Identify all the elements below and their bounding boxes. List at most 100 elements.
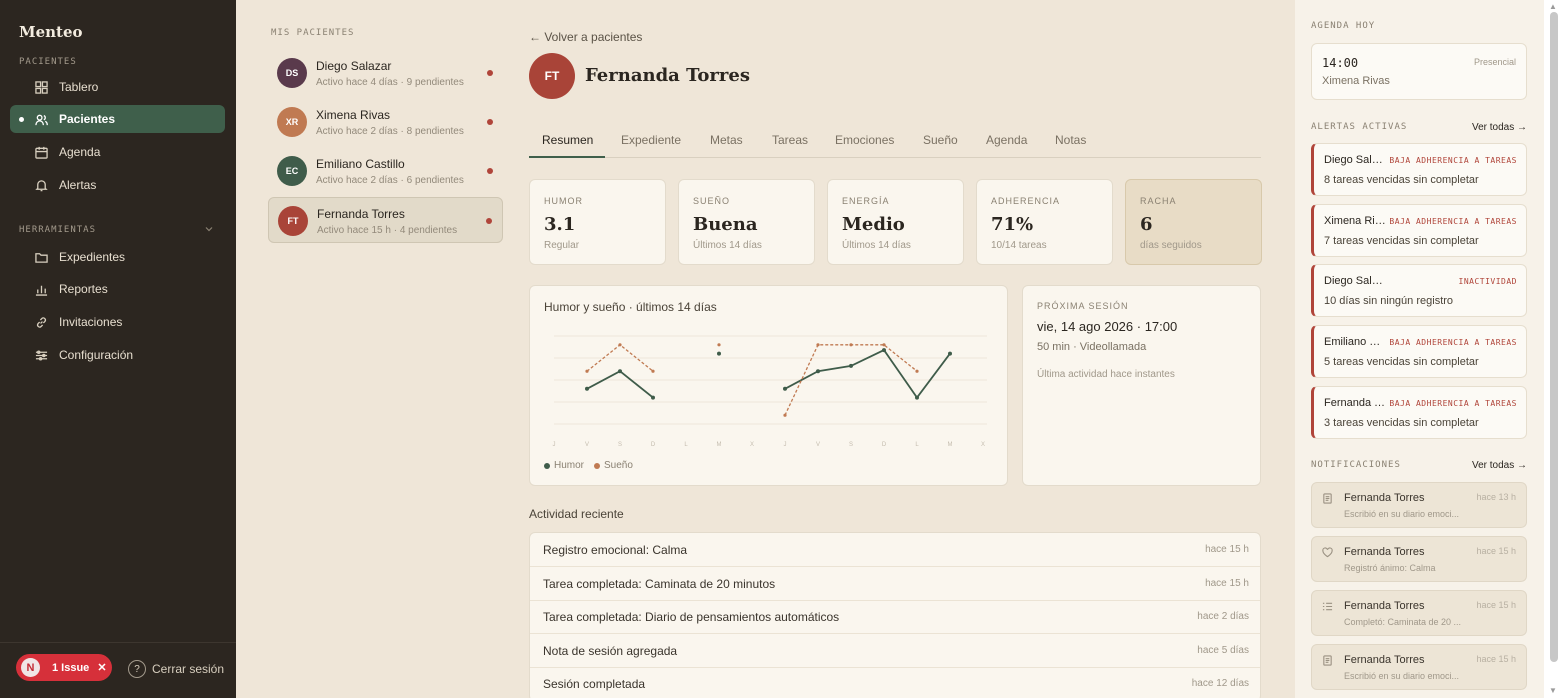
data-point-humor — [816, 369, 820, 374]
heart-icon — [1322, 547, 1333, 558]
alert-card[interactable]: Emiliano CastilloBAJA ADHERENCIA A TAREA… — [1311, 325, 1527, 379]
section-label-tools: HERRAMIENTAS — [19, 225, 97, 235]
sidebar-item-label: Agenda — [59, 145, 101, 159]
x-tick-label: J — [553, 442, 556, 448]
tab-bar: Resumen Expediente Metas Tareas Emocione… — [529, 122, 1261, 158]
alert-card[interactable]: Ximena Rivas BAJA ADHERENCIA A TAREAS 7 ta… — [1311, 203, 1527, 257]
patient-status: Activo hace 15 h · 4 pendientes — [317, 225, 458, 236]
stat-label: RACHA — [1140, 196, 1177, 206]
alert-type-badge: INACTIVIDAD — [1458, 277, 1517, 287]
activity-time: hace 12 días — [1191, 678, 1249, 690]
close-icon[interactable]: ✕ — [97, 661, 106, 674]
activity-list: Registro emocional: Calma hace 15 h Tarea … — [529, 532, 1261, 698]
sidebar-item-reportes[interactable]: Reportes — [10, 275, 225, 303]
activity-time: hace 5 días — [1197, 644, 1249, 656]
next-session-label: PRÓXIMA SESIÓN — [1037, 301, 1129, 311]
status-dot — [487, 70, 493, 76]
brand-logo[interactable]: Menteo — [19, 23, 83, 41]
data-point-humor — [882, 348, 886, 353]
scroll-up-icon[interactable]: ▲ — [1549, 2, 1557, 11]
stat-card-racha: RACHA 6 días seguidos — [1125, 179, 1262, 265]
tab-metas[interactable]: Metas — [710, 133, 743, 147]
bell-icon — [35, 179, 48, 191]
sidebar-item-invitaciones[interactable]: Invitaciones — [10, 308, 225, 336]
bar-chart-icon — [35, 285, 48, 296]
logout-button[interactable]: ? Cerrar sesión — [128, 660, 224, 678]
data-point-sueño — [585, 369, 589, 373]
tab-agenda[interactable]: Agenda — [986, 133, 1027, 147]
activity-row[interactable]: Tarea completada: Caminata de 20 minutos… — [530, 567, 1260, 601]
data-point-sueño — [915, 369, 919, 373]
patient-card[interactable]: FT Fernanda Torres Activo hace 15 h · 4 pe… — [268, 197, 503, 243]
tab-tareas[interactable]: Tareas — [772, 133, 808, 147]
stat-card-energia: ENERGÍA Medio Últimos 14 días — [827, 179, 964, 265]
issue-logo: N — [21, 658, 40, 677]
notification-patient: Fernanda Torres — [1344, 600, 1425, 612]
checklist-icon — [1322, 602, 1333, 611]
alert-card[interactable]: Fernanda TorresBAJA ADHERENCIA A TAREAS 3… — [1311, 385, 1527, 439]
stat-label: ADHERENCIA — [991, 196, 1061, 206]
x-tick-label: X — [981, 442, 985, 448]
data-point-humor — [717, 351, 721, 356]
scrollbar-thumb[interactable] — [1550, 12, 1558, 662]
sidebar-item-expedientes[interactable]: Expedientes — [10, 243, 225, 271]
x-tick-label: D — [882, 442, 887, 448]
notification-card[interactable]: Fernanda Torres hace 15 h Completó: Camina… — [1311, 590, 1527, 636]
sidebar: Menteo PACIENTES Tablero Pacientes Agend… — [0, 0, 236, 698]
next-session-date: vie, 14 ago 2026 · 17:00 — [1037, 319, 1178, 334]
notification-card[interactable]: Fernanda Torres hace 15 h Registró ánimo: … — [1311, 536, 1527, 582]
x-tick-label: J — [784, 442, 787, 448]
agenda-item[interactable]: 14:00 Presencial Ximena Rivas — [1311, 43, 1527, 100]
x-tick-label: V — [585, 442, 589, 448]
tab-expediente[interactable]: Expediente — [621, 133, 681, 147]
alert-type-badge: BAJA ADHERENCIA A TAREAS — [1389, 338, 1517, 348]
patient-card[interactable]: XR Ximena Rivas Activo hace 2 días · 8 pen… — [268, 99, 503, 145]
activity-title: Actividad reciente — [529, 507, 624, 521]
tab-emociones[interactable]: Emociones — [835, 133, 894, 147]
see-all-alerts-link[interactable]: Ver todas → — [1472, 122, 1527, 133]
x-tick-label: V — [816, 442, 820, 448]
alert-description: 5 tareas vencidas sin completar — [1324, 356, 1479, 369]
tab-resumen[interactable]: Resumen — [542, 133, 593, 147]
activity-text: Tarea completada: Diario de pensamientos… — [543, 610, 840, 625]
activity-row[interactable]: Sesión completada hace 12 días — [530, 667, 1260, 698]
issue-badge[interactable]: N 1 Issue ✕ — [16, 654, 112, 681]
tab-notas[interactable]: Notas — [1055, 133, 1086, 147]
activity-row[interactable]: Registro emocional: Calma hace 15 h — [530, 533, 1260, 567]
notification-card[interactable]: Fernanda Torres hace 13 h Escribió en su d… — [1311, 482, 1527, 528]
active-tab-indicator — [529, 156, 605, 158]
x-tick-label: S — [618, 442, 622, 448]
activity-row[interactable]: Tarea completada: Diario de pensamientos… — [530, 600, 1260, 635]
patient-card[interactable]: EC Emiliano Castillo Activo hace 2 días · … — [268, 148, 503, 194]
dashboard-icon — [35, 80, 48, 94]
legend-item-humor: Humor — [544, 460, 584, 471]
x-tick-label: X — [750, 442, 754, 448]
scroll-down-icon[interactable]: ▼ — [1549, 686, 1557, 695]
issue-label: 1 Issue — [52, 661, 90, 674]
see-all-notifications-link[interactable]: Ver todas → — [1472, 460, 1527, 471]
sidebar-item-tablero[interactable]: Tablero — [10, 73, 225, 101]
tab-sueno[interactable]: Sueño — [923, 133, 958, 147]
last-activity: Última actividad hace instantes — [1037, 369, 1175, 380]
chevron-down-icon[interactable] — [204, 224, 214, 234]
alert-card[interactable]: Diego Salazar INACTIVIDAD 10 días sin ning… — [1311, 264, 1527, 318]
scrollbar[interactable]: ▲ ▼ — [1544, 0, 1568, 698]
data-point-sueño — [618, 343, 622, 347]
patient-card[interactable]: DS Diego Salazar Activo hace 4 días · 9 pe… — [268, 50, 503, 96]
activity-time: hace 2 días — [1197, 611, 1249, 623]
patient-status: Activo hace 4 días · 9 pendientes — [316, 77, 464, 88]
sidebar-item-configuracion[interactable]: Configuración — [10, 341, 225, 369]
activity-row[interactable]: Nota de sesión agregada hace 5 días — [530, 634, 1260, 668]
data-point-humor — [948, 351, 952, 356]
sidebar-item-pacientes[interactable]: Pacientes — [10, 105, 225, 133]
notification-card[interactable]: Fernanda Torres hace 15 h Escribió en su d… — [1311, 644, 1527, 690]
activity-time: hace 15 h — [1205, 544, 1249, 555]
sidebar-item-label: Tablero — [59, 80, 99, 94]
sidebar-item-alertas[interactable]: Alertas — [10, 171, 225, 199]
back-link[interactable]: ← Volver a pacientes — [529, 30, 642, 44]
data-point-humor — [585, 386, 589, 391]
notification-patient: Fernanda Torres — [1344, 654, 1425, 666]
alert-card[interactable]: Diego Salazar BAJA ADHERENCIA A TAREAS 8 t… — [1311, 143, 1527, 196]
notification-time: hace 15 h — [1476, 546, 1516, 556]
sidebar-item-agenda[interactable]: Agenda — [10, 138, 225, 166]
